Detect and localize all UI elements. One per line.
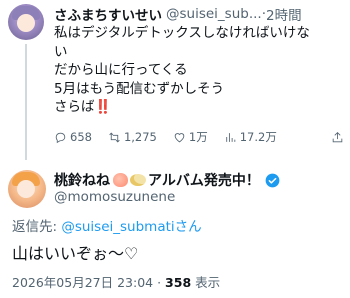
share-button[interactable] xyxy=(331,131,344,144)
avatar-face xyxy=(17,14,35,32)
tweet1-line: さらば xyxy=(54,99,95,116)
reply-to-mention-link[interactable]: @suisei_submatiさん xyxy=(61,219,201,235)
tweet1-line: 私はデジタルデトックスしなければいけな xyxy=(54,25,310,41)
avatar-suisei[interactable] xyxy=(8,4,44,40)
like-button[interactable]: 1万 xyxy=(173,129,208,145)
reply-to-label: 返信先: xyxy=(12,219,62,235)
tweet1-time[interactable]: 2時間 xyxy=(266,4,302,24)
thread-connector-line xyxy=(25,44,27,160)
tweet2-text: 山はいいぞぉ〜♡ xyxy=(12,244,139,263)
peach-emoji-icon xyxy=(113,173,128,187)
views-button[interactable]: 17.2万 xyxy=(224,129,277,145)
like-icon xyxy=(174,132,185,142)
tweet1-line: い xyxy=(54,43,68,60)
reply-icon xyxy=(55,132,66,143)
retweet-icon xyxy=(109,132,120,142)
share-icon xyxy=(332,131,343,142)
reply-to-line: 返信先: @suisei_submatiさん xyxy=(12,215,202,235)
verified-badge-icon xyxy=(265,173,280,187)
reply-count: 658 xyxy=(70,130,92,144)
views-icon xyxy=(225,132,235,142)
tweet2-meta: 2026年05月27日 23:04 · 358 表示 xyxy=(12,272,220,291)
tweet1-actions: 658 1,275 1万 17.2万 xyxy=(54,128,344,146)
double-exclamation-emoji: ‼️ xyxy=(94,99,112,116)
like-count: 1万 xyxy=(188,130,208,144)
tweet1-header: さふまちすいせい @suisei_sub... · 2時間 xyxy=(54,4,344,24)
tweet2-name-suffix[interactable]: アルバム発売中！ xyxy=(148,170,260,190)
avatar-nene[interactable] xyxy=(8,170,46,208)
tweet1-line: だから山に行ってくる xyxy=(54,62,188,79)
tweet2-handle[interactable]: @momosuzunene xyxy=(54,189,175,205)
tweet1-handle[interactable]: @suisei_sub... xyxy=(166,6,262,22)
moon-emoji-icon xyxy=(130,174,146,186)
retweet-count: 1,275 xyxy=(123,130,157,144)
tweet2-views-count: 358 xyxy=(165,275,192,290)
tweet2-timestamp[interactable]: 2026年05月27日 23:04 · xyxy=(12,275,165,290)
tweet2-display-name[interactable]: 桃鈴ねね xyxy=(54,170,110,190)
avatar-face xyxy=(17,180,35,198)
tweet2-views-label: 表示 xyxy=(191,275,221,290)
retweet-button[interactable]: 1,275 xyxy=(108,130,157,144)
tweet1-line: 5月はもう配信むずかしそう xyxy=(54,80,225,97)
tweet1-text: 私はデジタルデトックスしなければいけな い だから山に行ってくる 5月はもう配信… xyxy=(54,24,344,117)
tweet2-name-row: 桃鈴ねね アルバム発売中！ xyxy=(54,170,344,190)
views-count: 17.2万 xyxy=(239,130,277,144)
tweet1-display-name[interactable]: さふまちすいせい xyxy=(54,4,162,24)
tweet1-line-last: さらば‼️ xyxy=(54,98,344,117)
reply-button[interactable]: 658 xyxy=(54,130,92,144)
